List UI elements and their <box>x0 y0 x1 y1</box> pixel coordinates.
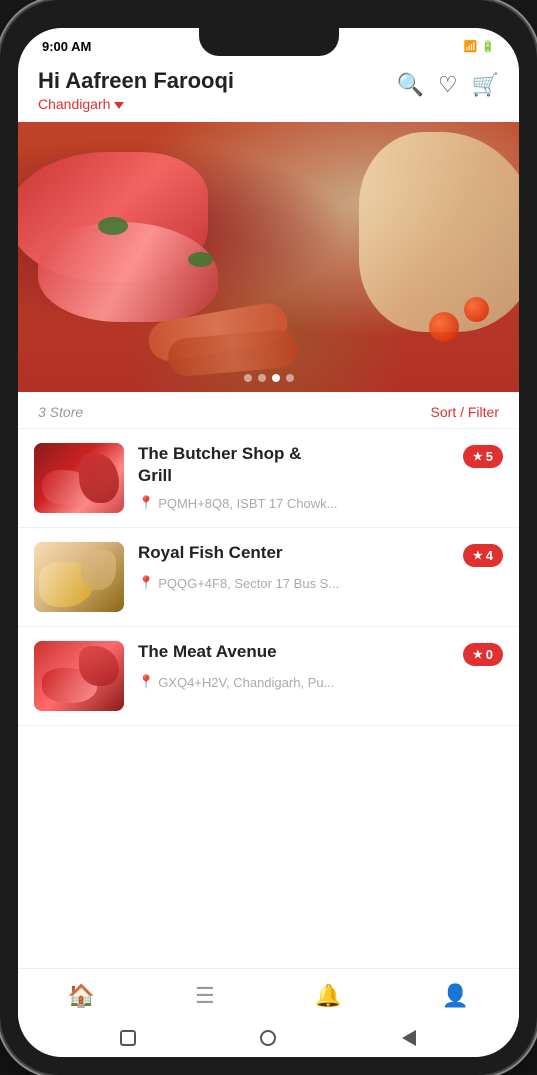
hero-dots <box>244 374 294 382</box>
profile-icon: 👤 <box>442 983 469 1009</box>
hero-banner <box>18 122 519 392</box>
store-info-1: The Butcher Shop & Grill ★ 5 📍 PQMH+8Q8,… <box>138 443 503 511</box>
home-icon: 🏠 <box>68 983 95 1009</box>
rating-value-3: 0 <box>486 647 493 662</box>
hero-dot-2 <box>258 374 266 382</box>
hero-dot-3 <box>272 374 280 382</box>
pin-icon-3: 📍 <box>138 674 154 690</box>
rating-value-2: 4 <box>486 548 493 563</box>
phone-frame: 9:00 AM 📶 🔋 Hi Aafreen Farooqi Chandigar… <box>0 0 537 1075</box>
store-list-section: 3 Store Sort / Filter The Butcher Shop &… <box>18 392 519 968</box>
store-item-2[interactable]: Royal Fish Center ★ 4 📍 PQQG+4F8, Sector… <box>18 528 519 627</box>
store-name-2: Royal Fish Center <box>138 542 283 564</box>
store-address-2: PQQG+4F8, Sector 17 Bus S... <box>158 576 339 591</box>
store-name-1: The Butcher Shop & Grill <box>138 443 301 487</box>
status-icons: 📶 🔋 <box>464 40 495 53</box>
store-address-3: GXQ4+H2V, Chandigarh, Pu... <box>158 675 334 690</box>
tomato-1 <box>429 312 459 342</box>
herb-2 <box>188 252 213 267</box>
status-time: 9:00 AM <box>42 39 91 54</box>
header-left: Hi Aafreen Farooqi Chandigarh <box>38 68 234 112</box>
star-icon-1: ★ <box>473 450 483 463</box>
battery-icon: 🔋 <box>481 40 495 53</box>
phone-screen: 9:00 AM 📶 🔋 Hi Aafreen Farooqi Chandigar… <box>18 28 519 1057</box>
cart-icon[interactable]: 🛒 <box>472 72 499 98</box>
store-info-3: The Meat Avenue ★ 0 📍 GXQ4+H2V, Chandiga… <box>138 641 503 690</box>
nav-home[interactable]: 🏠 <box>52 979 111 1013</box>
store-name-row-2: Royal Fish Center ★ 4 <box>138 542 503 567</box>
store-info-2: Royal Fish Center ★ 4 📍 PQQG+4F8, Sector… <box>138 542 503 591</box>
notifications-icon: 🔔 <box>315 983 342 1009</box>
android-recent-btn[interactable] <box>117 1027 139 1049</box>
notch <box>199 28 339 56</box>
rating-badge-2: ★ 4 <box>463 544 503 567</box>
back-icon <box>402 1030 416 1046</box>
star-icon-2: ★ <box>473 549 483 562</box>
herb-1 <box>98 217 128 235</box>
store-count: 3 Store <box>38 404 83 420</box>
store-list-header: 3 Store Sort / Filter <box>18 392 519 429</box>
search-icon[interactable]: 🔍 <box>396 72 423 98</box>
nav-menu[interactable]: ☰ <box>179 979 231 1013</box>
wishlist-icon[interactable]: ♡ <box>438 72 458 98</box>
store-address-row-1: 📍 PQMH+8Q8, ISBT 17 Chowk... <box>138 495 503 511</box>
android-nav <box>18 1019 519 1057</box>
store-thumb-1 <box>34 443 124 513</box>
store-address-1: PQMH+8Q8, ISBT 17 Chowk... <box>158 496 337 511</box>
hero-dot-4 <box>286 374 294 382</box>
meat-visual <box>18 122 519 392</box>
pin-icon-2: 📍 <box>138 575 154 591</box>
header-icons: 🔍 ♡ 🛒 <box>396 68 499 98</box>
hero-dot-1 <box>244 374 252 382</box>
store-thumb-2 <box>34 542 124 612</box>
store-item-3[interactable]: The Meat Avenue ★ 0 📍 GXQ4+H2V, Chandiga… <box>18 627 519 726</box>
store-item-1[interactable]: The Butcher Shop & Grill ★ 5 📍 PQMH+8Q8,… <box>18 429 519 528</box>
recent-icon <box>120 1030 136 1046</box>
store-address-row-2: 📍 PQQG+4F8, Sector 17 Bus S... <box>138 575 503 591</box>
tomato-2 <box>464 297 489 322</box>
meat-piece-3 <box>359 132 519 332</box>
rating-value-1: 5 <box>486 449 493 464</box>
location-row[interactable]: Chandigarh <box>38 96 234 112</box>
bottom-nav: 🏠 ☰ 🔔 👤 <box>18 968 519 1019</box>
circle-icon <box>260 1030 276 1046</box>
store-name-row-1: The Butcher Shop & Grill ★ 5 <box>138 443 503 487</box>
sort-filter-button[interactable]: Sort / Filter <box>431 404 499 420</box>
signal-icon: 📶 <box>464 40 478 53</box>
app-header: Hi Aafreen Farooqi Chandigarh 🔍 ♡ 🛒 <box>18 60 519 122</box>
store-name-row-3: The Meat Avenue ★ 0 <box>138 641 503 666</box>
store-name-3: The Meat Avenue <box>138 641 277 663</box>
star-icon-3: ★ <box>473 648 483 661</box>
android-home-btn[interactable] <box>257 1027 279 1049</box>
rating-badge-1: ★ 5 <box>463 445 503 468</box>
pin-icon-1: 📍 <box>138 495 154 511</box>
location-dropdown-icon <box>114 102 124 109</box>
location-text: Chandigarh <box>38 96 110 112</box>
menu-icon: ☰ <box>195 983 215 1009</box>
nav-notifications[interactable]: 🔔 <box>299 979 358 1013</box>
store-address-row-3: 📍 GXQ4+H2V, Chandigarh, Pu... <box>138 674 503 690</box>
nav-profile[interactable]: 👤 <box>426 979 485 1013</box>
greeting-text: Hi Aafreen Farooqi <box>38 68 234 94</box>
store-thumb-3 <box>34 641 124 711</box>
android-back-btn[interactable] <box>398 1027 420 1049</box>
rating-badge-3: ★ 0 <box>463 643 503 666</box>
